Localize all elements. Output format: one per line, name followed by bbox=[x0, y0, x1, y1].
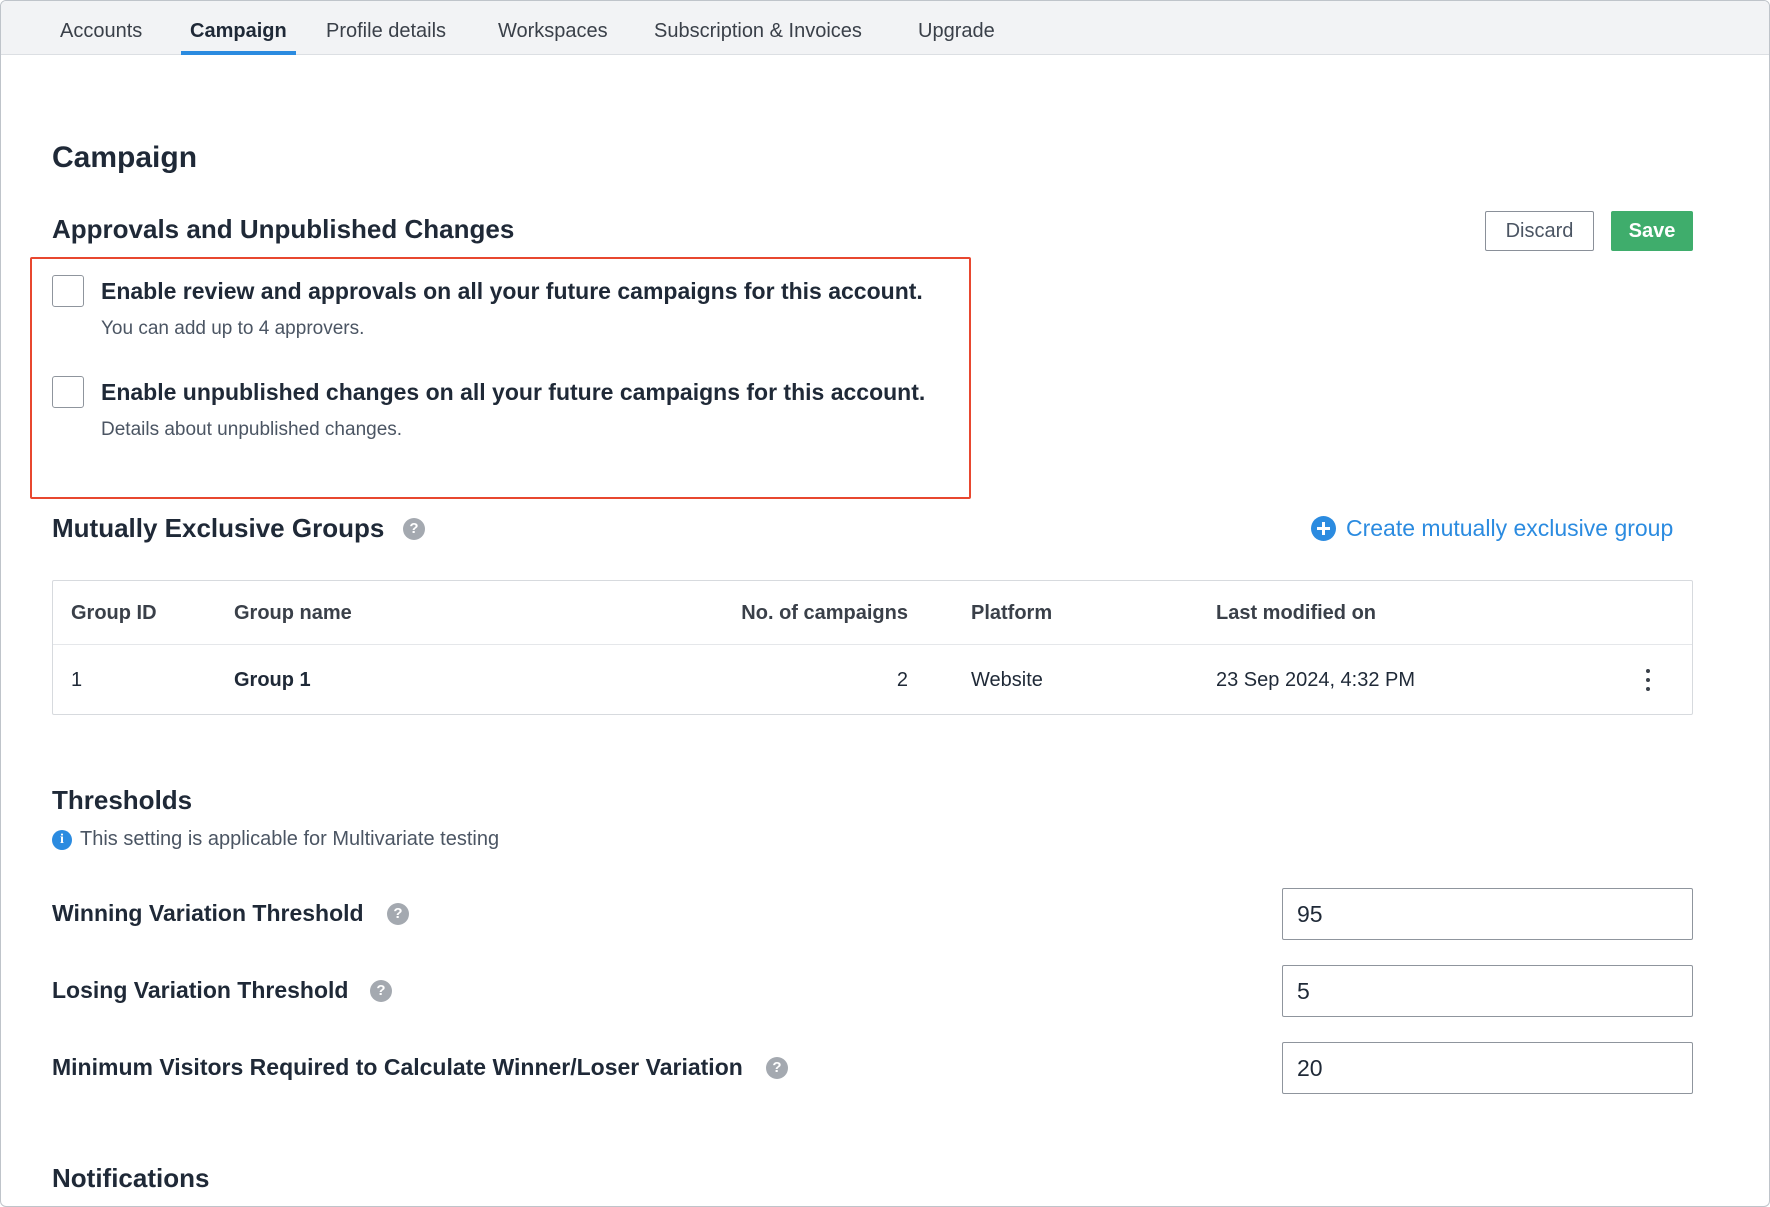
campaign-count-cell: 2 bbox=[896, 669, 908, 691]
create-group-link[interactable]: Create mutually exclusive group bbox=[1311, 513, 1673, 543]
unpublished-changes-checkbox[interactable] bbox=[52, 376, 84, 408]
info-icon: i bbox=[52, 830, 72, 850]
winning-threshold-input[interactable] bbox=[1282, 888, 1693, 940]
tab-accounts[interactable]: Accounts bbox=[60, 1, 142, 55]
column-header: No. of campaigns bbox=[741, 602, 908, 624]
groups-table: Group ID Group name No. of campaigns Pla… bbox=[52, 580, 1693, 715]
column-header: Last modified on bbox=[1216, 602, 1376, 624]
column-header: Platform bbox=[971, 602, 1053, 624]
help-icon[interactable]: ? bbox=[766, 1057, 788, 1079]
tab-profile-details[interactable]: Profile details bbox=[326, 1, 446, 55]
minimum-visitors-input[interactable] bbox=[1282, 1042, 1693, 1094]
thresholds-heading: Thresholds bbox=[52, 785, 193, 815]
platform-cell: Website bbox=[971, 669, 1043, 691]
save-button[interactable]: Save bbox=[1611, 211, 1693, 251]
kebab-menu-icon[interactable] bbox=[1643, 669, 1653, 693]
tab-campaign[interactable]: Campaign bbox=[181, 1, 296, 55]
create-group-label: Create mutually exclusive group bbox=[1346, 514, 1674, 541]
groups-heading: Mutually Exclusive Groups bbox=[52, 513, 385, 543]
approvals-heading: Approvals and Unpublished Changes bbox=[52, 214, 515, 244]
winning-threshold-label: Winning Variation Threshold bbox=[52, 900, 364, 926]
discard-button[interactable]: Discard bbox=[1485, 211, 1594, 251]
unpublished-changes-description: Details about unpublished changes. bbox=[101, 419, 403, 440]
column-header: Group name bbox=[234, 602, 352, 624]
modified-cell: 23 Sep 2024, 4:32 PM bbox=[1216, 669, 1416, 691]
help-icon[interactable]: ? bbox=[370, 980, 392, 1002]
table-header: Group ID Group name No. of campaigns Pla… bbox=[53, 581, 1692, 645]
tab-workspaces[interactable]: Workspaces bbox=[498, 1, 608, 55]
tab-bar: Accounts Campaign Profile details Worksp… bbox=[1, 1, 1769, 55]
notifications-heading: Notifications bbox=[52, 1163, 210, 1193]
settings-page: Accounts Campaign Profile details Worksp… bbox=[0, 0, 1770, 1207]
losing-threshold-label: Losing Variation Threshold bbox=[52, 977, 349, 1003]
minimum-visitors-label: Minimum Visitors Required to Calculate W… bbox=[52, 1054, 743, 1080]
review-approvals-label: Enable review and approvals on all your … bbox=[101, 278, 923, 304]
plus-circle-icon bbox=[1311, 515, 1336, 541]
tab-upgrade[interactable]: Upgrade bbox=[918, 1, 995, 55]
review-approvals-description: You can add up to 4 approvers. bbox=[101, 318, 365, 339]
unpublished-changes-label: Enable unpublished changes on all your f… bbox=[101, 379, 926, 405]
thresholds-info: This setting is applicable for Multivari… bbox=[80, 828, 500, 850]
losing-threshold-input[interactable] bbox=[1282, 965, 1693, 1017]
column-header: Group ID bbox=[71, 602, 157, 624]
help-icon[interactable]: ? bbox=[387, 903, 409, 925]
group-id-cell: 1 bbox=[71, 669, 83, 691]
page-title: Campaign bbox=[52, 141, 198, 174]
help-icon[interactable]: ? bbox=[403, 518, 425, 540]
group-name-cell[interactable]: Group 1 bbox=[234, 645, 311, 715]
tab-subscription-invoices[interactable]: Subscription & Invoices bbox=[654, 1, 862, 55]
review-approvals-checkbox[interactable] bbox=[52, 275, 84, 307]
